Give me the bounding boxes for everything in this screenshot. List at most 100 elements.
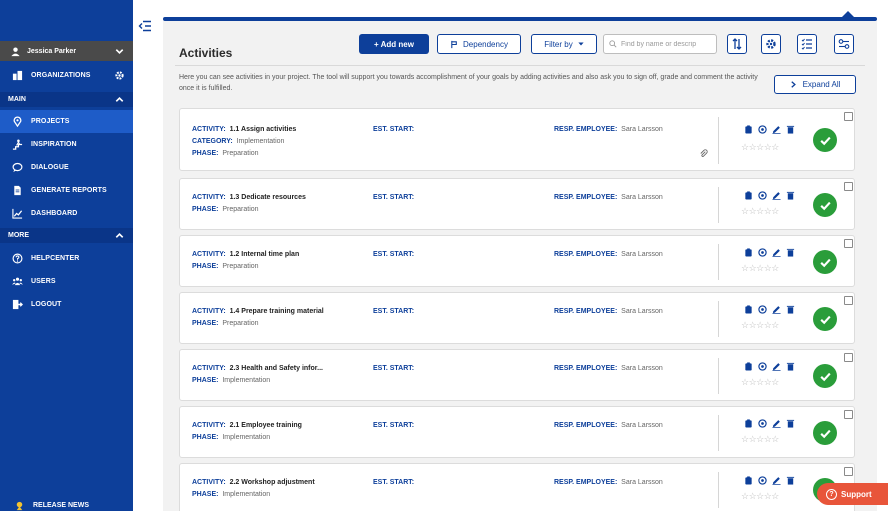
rating-stars[interactable]: ☆☆☆☆☆ (741, 377, 779, 388)
eye-icon[interactable] (758, 305, 767, 314)
activity-name[interactable]: 1.3 Dedicate resources (230, 194, 306, 201)
sidebar-item-dashboard[interactable]: DASHBOARD (0, 202, 133, 225)
phase-value: Preparation (222, 150, 259, 157)
section-label: MAIN (8, 96, 26, 103)
select-checkbox[interactable] (844, 296, 853, 305)
select-checkbox[interactable] (844, 182, 853, 191)
chevron-down-icon[interactable] (114, 46, 125, 57)
sidebar-item-generate-reports[interactable]: GENERATE REPORTS (0, 179, 133, 202)
clipboard-icon[interactable] (744, 191, 753, 200)
clipboard-icon[interactable] (744, 305, 753, 314)
clipboard-icon[interactable] (744, 125, 753, 134)
eye-icon[interactable] (758, 248, 767, 257)
completed-check-icon[interactable] (813, 193, 837, 217)
resp-employee-line: RESP. EMPLOYEE: Sara Larsson (554, 365, 663, 372)
edit-pencil-icon[interactable] (772, 476, 781, 485)
edit-pencil-icon[interactable] (772, 362, 781, 371)
search-input[interactable]: Find by name or descrip (603, 34, 717, 54)
activity-name[interactable]: 1.4 Prepare training material (230, 308, 324, 315)
select-checkbox[interactable] (844, 239, 853, 248)
rating-stars[interactable]: ☆☆☆☆☆ (741, 206, 779, 217)
attachment-icon[interactable] (699, 145, 708, 157)
activity-name[interactable]: 1.2 Internal time plan (230, 251, 300, 258)
rating-stars[interactable]: ☆☆☆☆☆ (741, 491, 779, 502)
clipboard-icon[interactable] (744, 362, 753, 371)
edit-pencil-icon[interactable] (772, 125, 781, 134)
select-checkbox[interactable] (844, 410, 853, 419)
trash-icon[interactable] (786, 419, 795, 428)
view-toggle-button[interactable] (834, 34, 854, 54)
clipboard-icon[interactable] (744, 248, 753, 257)
sidebar-item-helpcenter[interactable]: HELPCENTER (0, 247, 133, 270)
rating-stars[interactable]: ☆☆☆☆☆ (741, 320, 779, 331)
filter-by-dropdown[interactable]: Filter by (531, 34, 597, 54)
card-separator (718, 358, 719, 394)
completed-check-icon[interactable] (813, 307, 837, 331)
activity-name[interactable]: 2.1 Employee training (230, 422, 302, 429)
gear-icon[interactable] (114, 70, 125, 81)
select-checkbox[interactable] (844, 467, 853, 476)
sidebar-item-inspiration[interactable]: INSPIRATION (0, 133, 133, 156)
activity-card[interactable]: ACTIVITY: 1.1 Assign activities CATEGORY… (179, 108, 855, 171)
rating-stars[interactable]: ☆☆☆☆☆ (741, 434, 779, 445)
resp-employee-line: RESP. EMPLOYEE: Sara Larsson (554, 126, 663, 133)
expand-all-button[interactable]: Expand All (774, 75, 856, 94)
sidebar-item-users[interactable]: USERS (0, 270, 133, 293)
completed-check-icon[interactable] (813, 250, 837, 274)
eye-icon[interactable] (758, 125, 767, 134)
eye-icon[interactable] (758, 191, 767, 200)
sidebar-item-label: DASHBOARD (31, 210, 78, 217)
edit-pencil-icon[interactable] (772, 419, 781, 428)
edit-pencil-icon[interactable] (772, 191, 781, 200)
activity-name[interactable]: 1.1 Assign activities (230, 126, 297, 133)
completed-check-icon[interactable] (813, 128, 837, 152)
activity-card[interactable]: ACTIVITY: 2.2 Workshop adjustment PHASE:… (179, 463, 855, 511)
sidebar-item-dialogue[interactable]: DIALOGUE (0, 156, 133, 179)
edit-pencil-icon[interactable] (772, 248, 781, 257)
activity-name[interactable]: 2.2 Workshop adjustment (230, 479, 315, 486)
completed-check-icon[interactable] (813, 421, 837, 445)
edit-pencil-icon[interactable] (772, 305, 781, 314)
resp-employee-label: RESP. EMPLOYEE: (554, 126, 618, 133)
trash-icon[interactable] (786, 305, 795, 314)
trash-icon[interactable] (786, 362, 795, 371)
resp-employee-label: RESP. EMPLOYEE: (554, 251, 618, 258)
clipboard-icon[interactable] (744, 419, 753, 428)
select-checkbox[interactable] (844, 353, 853, 362)
sidebar-item-logout[interactable]: LOGOUT (0, 293, 133, 316)
user-menu[interactable]: Jessica Parker (0, 41, 133, 61)
sidebar-item-organizations[interactable]: ORGANIZATIONS (0, 64, 133, 87)
settings-button[interactable] (761, 34, 781, 54)
completed-check-icon[interactable] (813, 364, 837, 388)
activity-card[interactable]: ACTIVITY: 1.3 Dedicate resources PHASE: … (179, 178, 855, 230)
phase-line: PHASE: Implementation (192, 434, 270, 441)
add-new-button[interactable]: + Add new (359, 34, 429, 54)
eye-icon[interactable] (758, 362, 767, 371)
sidebar-section-more[interactable]: MORE (0, 228, 133, 243)
support-button[interactable]: ? Support (817, 483, 888, 505)
activity-name[interactable]: 2.3 Health and Safety infor... (230, 365, 323, 372)
trash-icon[interactable] (786, 125, 795, 134)
rating-stars[interactable]: ☆☆☆☆☆ (741, 263, 779, 274)
clipboard-icon[interactable] (744, 476, 753, 485)
dependency-button[interactable]: Dependency (437, 34, 521, 54)
eye-icon[interactable] (758, 419, 767, 428)
trash-icon[interactable] (786, 191, 795, 200)
activity-card[interactable]: ACTIVITY: 1.4 Prepare training material … (179, 292, 855, 344)
checklist-button[interactable] (797, 34, 817, 54)
collapse-sidebar-icon[interactable] (138, 19, 152, 32)
trash-icon[interactable] (786, 248, 795, 257)
activity-card[interactable]: ACTIVITY: 2.1 Employee training PHASE: I… (179, 406, 855, 458)
sort-button[interactable] (727, 34, 747, 54)
activity-card[interactable]: ACTIVITY: 1.2 Internal time plan PHASE: … (179, 235, 855, 287)
select-checkbox[interactable] (844, 112, 853, 121)
sidebar-item-release-news[interactable]: RELEASE NEWS (0, 499, 133, 511)
sidebar-item-projects[interactable]: PROJECTS (0, 110, 133, 133)
sidebar-section-main[interactable]: MAIN (0, 92, 133, 107)
activity-label: ACTIVITY: (192, 308, 226, 315)
eye-icon[interactable] (758, 476, 767, 485)
rating-stars[interactable]: ☆☆☆☆☆ (741, 142, 779, 153)
chevron-right-icon (790, 81, 797, 88)
activity-card[interactable]: ACTIVITY: 2.3 Health and Safety infor...… (179, 349, 855, 401)
trash-icon[interactable] (786, 476, 795, 485)
